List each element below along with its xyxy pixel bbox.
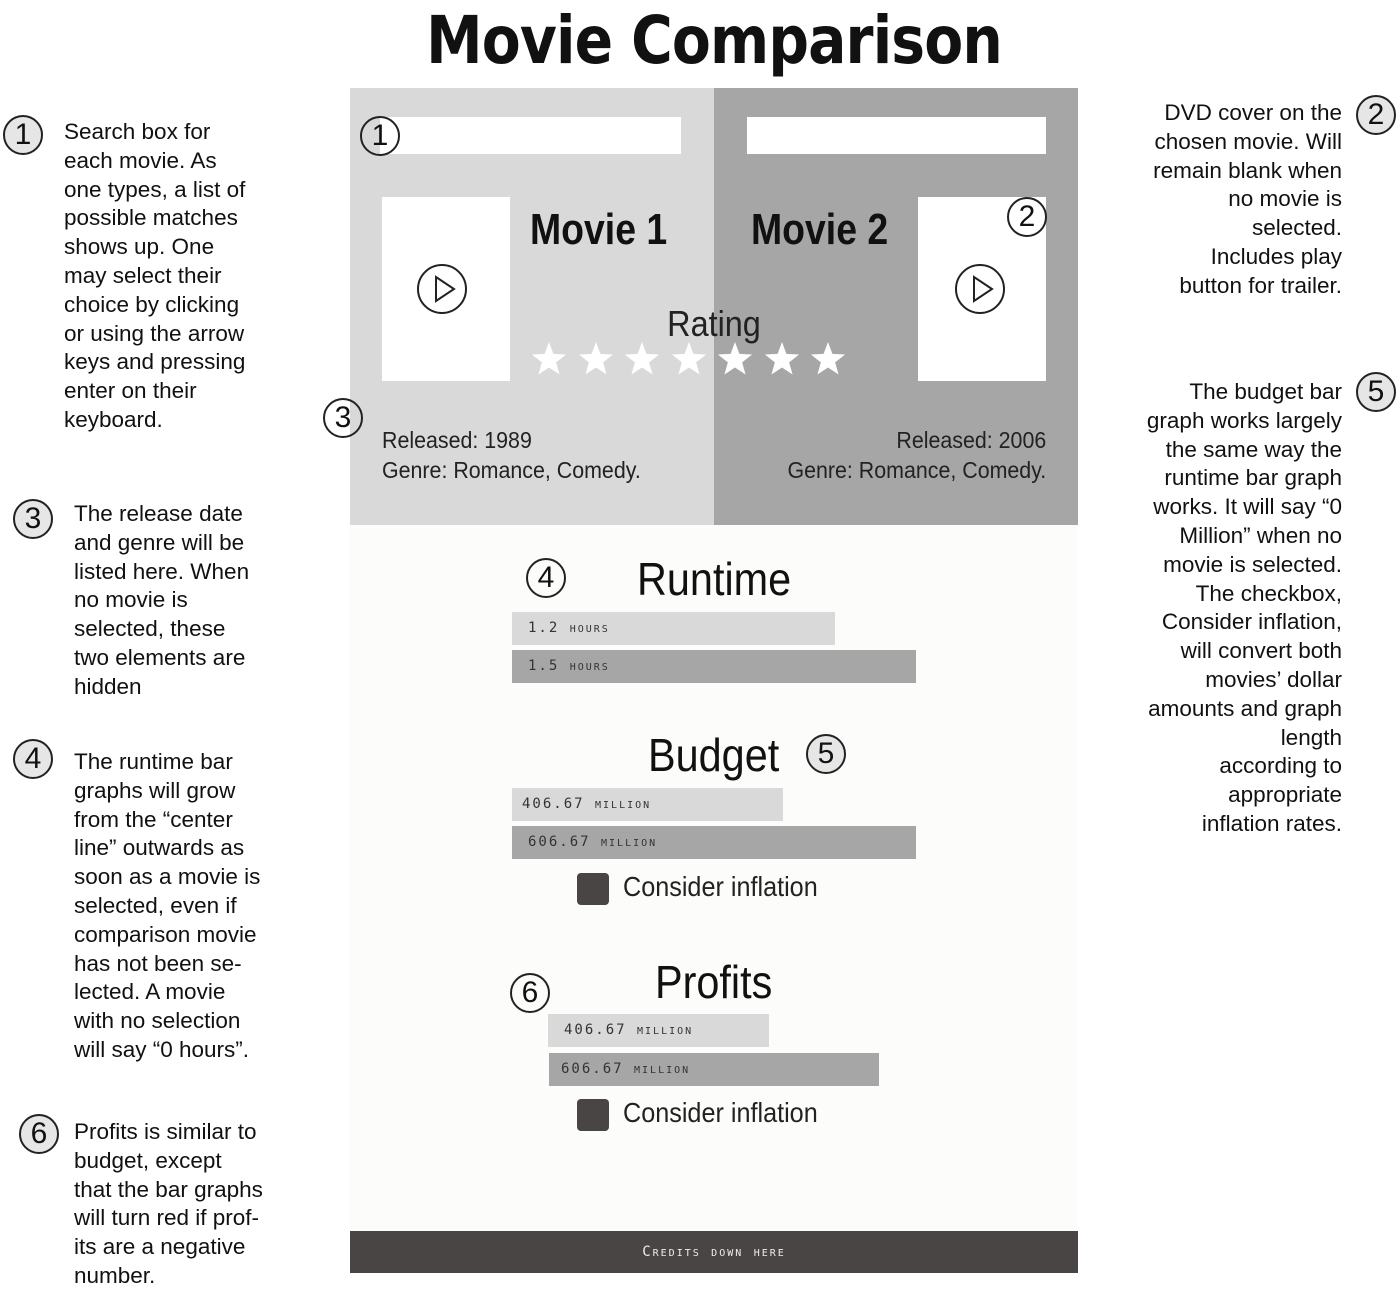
runtime-bar-label: 1.2 hours	[528, 620, 610, 636]
movie-2-search-input[interactable]	[747, 117, 1046, 154]
annotation-profits: Profits is similar to budget, except tha…	[74, 1119, 263, 1288]
movie-2-info: Released: 2006 Genre: Romance, Comedy.	[787, 425, 1046, 485]
profits-bar-label: 606.67 million	[561, 1061, 691, 1077]
profits-bar-movie-1: 406.67 million	[548, 1014, 769, 1047]
annotation-marker-1: 1	[3, 115, 43, 155]
annotation-marker-6: 6	[19, 1114, 59, 1154]
runtime-bar-movie-1: 1.2 hours	[512, 612, 835, 645]
movie-2-play-button[interactable]	[955, 264, 1005, 314]
star-icon[interactable]	[716, 341, 754, 379]
runtime-bar-label: 1.5 hours	[528, 658, 610, 674]
movie-1-info: Released: 1989 Genre: Romance, Comedy.	[382, 425, 641, 485]
budget-bar-label: 606.67 million	[528, 834, 658, 850]
rating-stars[interactable]	[530, 341, 860, 381]
runtime-bar-movie-2: 1.5 hours	[512, 650, 916, 683]
movie-1-play-button[interactable]	[417, 264, 467, 314]
annotation-dvd-cover: DVD cover on the chosen movie. Will rema…	[1153, 100, 1342, 298]
budget-title: Budget	[648, 729, 780, 781]
play-icon	[435, 275, 456, 303]
page-title: Movie Comparison	[426, 2, 1003, 79]
budget-bar-label: 406.67 million	[522, 796, 652, 812]
star-icon[interactable]	[809, 341, 847, 379]
movie-1-title: Movie 1	[530, 205, 668, 254]
annotation-search-box: Search box for each movie. As one types,…	[64, 119, 246, 432]
annotation-budget: The budget bar graph works largely the s…	[1146, 379, 1342, 836]
annotation-marker-4: 4	[13, 739, 53, 779]
marker-1-in-mockup: 1	[360, 116, 400, 156]
marker-6-in-mockup: 6	[510, 973, 550, 1013]
rating-label: Rating	[667, 303, 761, 344]
play-icon	[973, 275, 994, 303]
budget-bar-movie-1: 406.67 million	[512, 788, 783, 821]
budget-inflation-checkbox[interactable]	[577, 873, 609, 905]
star-icon[interactable]	[623, 341, 661, 379]
annotation-release-genre: The release date and genre will be liste…	[74, 501, 250, 699]
movie-1-search-input[interactable]	[380, 117, 681, 154]
profits-bar-label: 406.67 million	[564, 1022, 694, 1038]
profits-bar-movie-2: 606.67 million	[549, 1053, 879, 1086]
movie-1-genre: Genre: Romance, Comedy.	[382, 457, 641, 483]
movie-2-title: Movie 2	[751, 205, 889, 254]
annotation-runtime: The runtime bar graphs will grow from th…	[74, 749, 261, 1062]
marker-5-in-mockup: 5	[806, 734, 846, 774]
movie-2-released: Released: 2006	[896, 427, 1046, 453]
runtime-title: Runtime	[637, 553, 792, 605]
movie-2-genre: Genre: Romance, Comedy.	[787, 457, 1046, 483]
marker-4-in-mockup: 4	[526, 558, 566, 598]
star-icon[interactable]	[763, 341, 801, 379]
star-icon[interactable]	[577, 341, 615, 379]
movie-1-released: Released: 1989	[382, 427, 532, 453]
budget-inflation-label: Consider inflation	[623, 871, 818, 902]
annotation-marker-3: 3	[13, 499, 53, 539]
profits-inflation-checkbox[interactable]	[577, 1099, 609, 1131]
profits-title: Profits	[655, 956, 773, 1008]
credits-footer: Credits down here	[350, 1231, 1078, 1273]
marker-2-in-mockup: 2	[1007, 197, 1047, 237]
budget-bar-movie-2: 606.67 million	[512, 826, 916, 859]
annotation-marker-2: 2	[1356, 95, 1396, 135]
star-icon[interactable]	[670, 341, 708, 379]
profits-inflation-label: Consider inflation	[623, 1097, 818, 1128]
annotation-marker-5: 5	[1356, 372, 1396, 412]
star-icon[interactable]	[530, 341, 568, 379]
marker-3-in-mockup: 3	[323, 398, 363, 438]
